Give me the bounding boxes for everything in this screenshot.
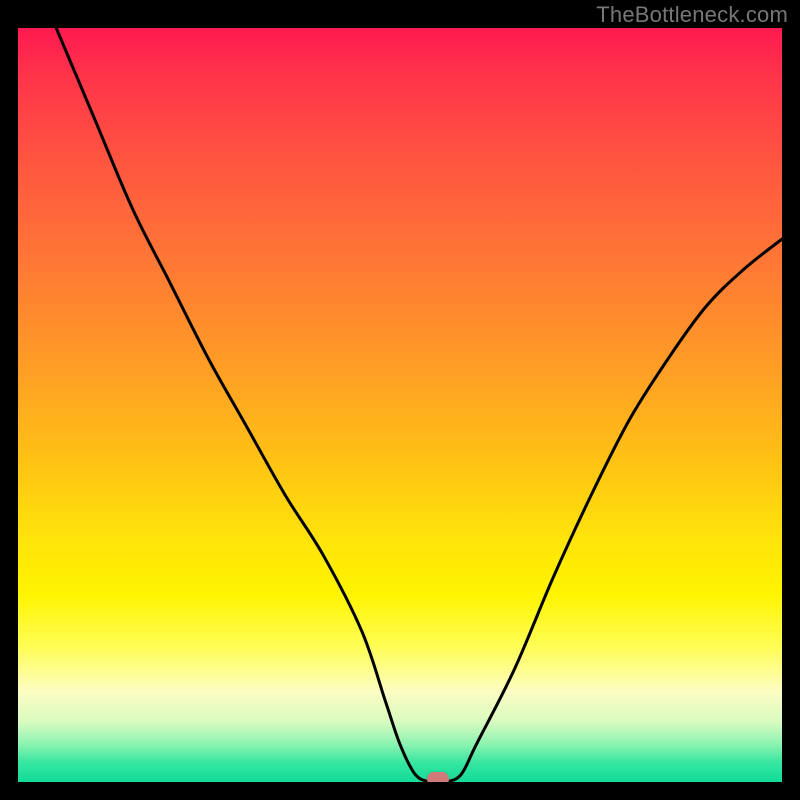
bottleneck-curve	[18, 28, 782, 782]
watermark-text: TheBottleneck.com	[596, 2, 788, 28]
plot-area	[18, 28, 782, 782]
optimal-point-marker	[427, 772, 449, 782]
chart-frame: TheBottleneck.com	[0, 0, 800, 800]
